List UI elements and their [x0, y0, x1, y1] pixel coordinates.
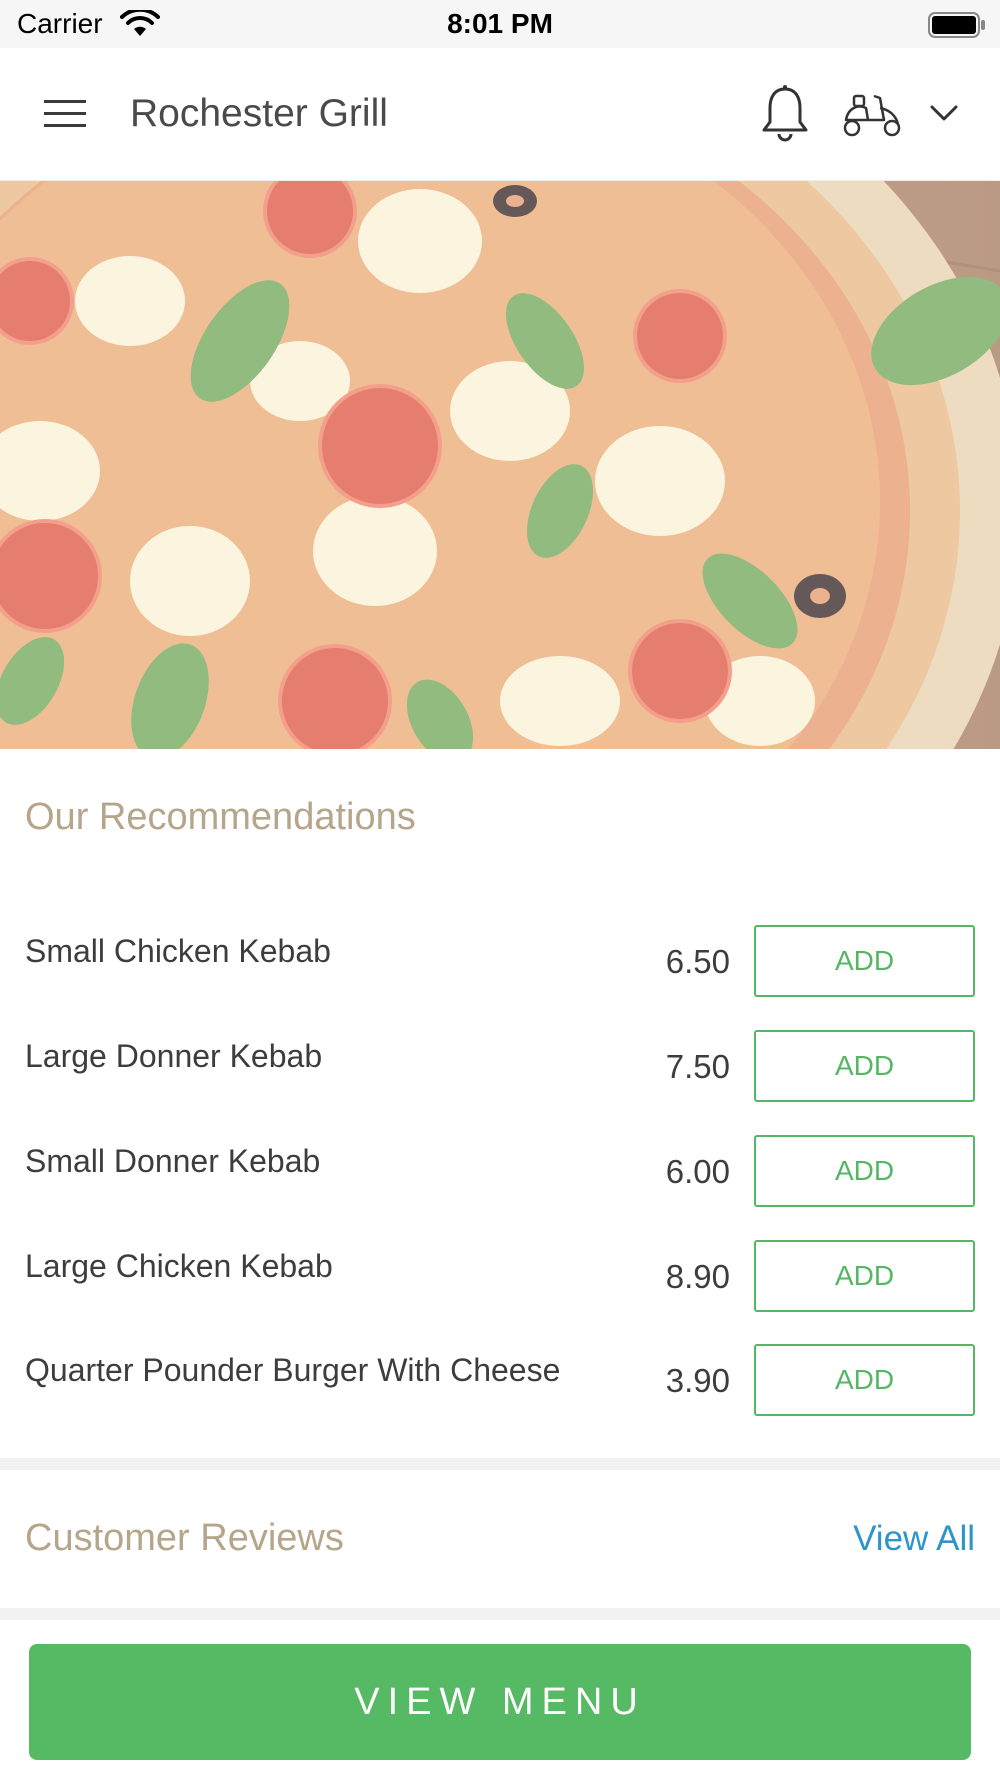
customer-reviews-title: Customer Reviews — [25, 1517, 344, 1559]
item-price: 3.90 — [665, 1362, 730, 1399]
restaurant-title: Rochester Grill — [130, 92, 388, 135]
item-price: 6.00 — [665, 1153, 730, 1190]
list-item: Quarter Pounder Burger With Cheese 3.90 … — [0, 1344, 1000, 1448]
view-menu-button[interactable]: VIEW MENU — [29, 1644, 971, 1760]
item-name: Large Donner Kebab — [25, 1038, 323, 1074]
item-price: 6.50 — [665, 943, 730, 980]
scooter-icon[interactable] — [840, 90, 904, 138]
menu-icon[interactable] — [42, 96, 90, 132]
battery-icon — [928, 12, 985, 38]
add-button[interactable]: ADD — [754, 1344, 975, 1416]
item-name: Small Donner Kebab — [25, 1143, 321, 1179]
chevron-down-icon[interactable] — [926, 98, 962, 128]
item-name: Small Chicken Kebab — [25, 933, 331, 969]
add-button[interactable]: ADD — [754, 925, 975, 997]
list-item: Large Donner Kebab 7.50 ADD — [0, 1030, 1000, 1134]
pizza-hero-image — [0, 181, 1000, 749]
app-screen: Carrier 8:01 PM Rochester Grill Our Reco… — [0, 0, 1000, 1778]
section-divider — [0, 1458, 1000, 1470]
item-name: Large Chicken Kebab — [25, 1248, 333, 1284]
list-item: Small Chicken Kebab 6.50 ADD — [0, 925, 1000, 1029]
add-button[interactable]: ADD — [754, 1030, 975, 1102]
section-divider — [0, 1608, 1000, 1620]
item-price: 7.50 — [665, 1048, 730, 1085]
status-bar: Carrier 8:01 PM — [0, 0, 1000, 48]
item-name: Quarter Pounder Burger With Cheese — [25, 1352, 561, 1388]
status-time: 8:01 PM — [447, 8, 553, 39]
add-button[interactable]: ADD — [754, 1135, 975, 1207]
add-button[interactable]: ADD — [754, 1240, 975, 1312]
top-nav-bar: Rochester Grill — [0, 48, 1000, 181]
item-price: 8.90 — [665, 1258, 730, 1295]
bell-icon[interactable] — [758, 84, 812, 142]
list-item: Large Chicken Kebab 8.90 ADD — [0, 1240, 1000, 1344]
recommendations-title: Our Recommendations — [25, 796, 416, 838]
view-all-link[interactable]: View All — [853, 1519, 975, 1559]
list-item: Small Donner Kebab 6.00 ADD — [0, 1135, 1000, 1239]
